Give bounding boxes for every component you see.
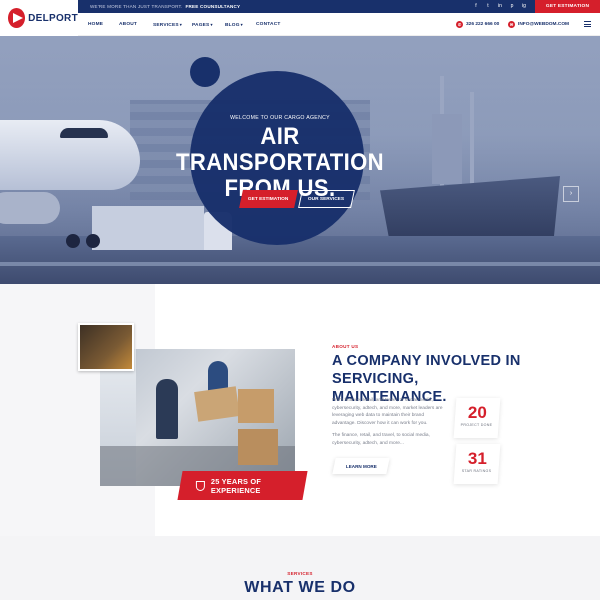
nav-home-label: HOME [88,22,104,27]
nav-about[interactable]: ABOUT [119,13,137,36]
get-estimation-button[interactable]: GET ESTIMATION [239,190,298,208]
image-worker [156,379,178,439]
about-tag: ABOUT US [332,344,359,349]
experience-text: 25 YEARS OF EXPERIENCE [211,476,262,495]
phone-number: 326 222 666 00 [466,22,500,27]
chevron-down-icon: ▾ [179,22,182,27]
image-box [238,389,274,423]
hero-decor-dot [190,57,220,87]
email-address: INFO@WEBDOM.COM [518,22,570,27]
nav-services[interactable]: SERVICES▾ [153,13,182,36]
nav-pages-label: PAGES [192,23,210,28]
image-box [238,429,278,465]
phone-icon: ✆ [456,21,463,28]
social-links: f t in p ig [473,3,527,9]
chevron-down-icon: ▾ [210,22,213,27]
twitter-icon[interactable]: t [485,3,491,9]
mail-icon: ✉ [508,21,515,28]
hero-plane-gear-image [86,234,100,248]
our-services-button[interactable]: OUR SERVICES [298,190,355,208]
experience-badge: 25 YEARS OF EXPERIENCE [177,471,308,500]
hero-plane-cockpit-image [60,128,108,138]
hamburger-menu-icon[interactable] [584,21,591,27]
nav-blog[interactable]: BLOG▾ [225,13,243,36]
announcement-text: WE'RE MORE THAN JUST TRANSPORT. [90,4,183,9]
nav-blog-label: BLOG [225,23,240,28]
chevron-down-icon: ▾ [240,22,243,27]
hero-truck-image [92,206,204,250]
nav-contact[interactable]: CONTACT [256,13,281,36]
services-tag: SERVICES [287,571,313,576]
announcement-highlight: FREE COUNSULTANCY [185,4,241,9]
hero-plane-engine-image [0,192,60,224]
about-paragraph: The finance, retail, and travel, to soci… [332,433,430,446]
facebook-icon[interactable]: f [473,3,479,9]
announcement-bar: WE'RE MORE THAN JUST TRANSPORT. FREE COU… [78,0,535,13]
stat-value: 20 [467,403,487,422]
about-title-line1: A COMPANY INVOLVED IN [332,353,521,369]
logo-icon [8,8,26,28]
nav-pages[interactable]: PAGES▾ [192,13,213,36]
about-small-image [78,323,134,371]
nav-contact-label: CONTACT [256,22,281,27]
nav-services-label: SERVICES [153,23,179,28]
linkedin-icon[interactable]: in [497,3,503,9]
hero-runway-stripe [0,262,600,266]
hero-crane-image [470,92,474,186]
logo[interactable]: DELPORT [0,0,78,36]
trophy-icon [196,480,206,491]
get-estimation-label: GET ESTIMATION [248,196,289,202]
brand-name: DELPORT [28,12,78,24]
our-services-label: OUR SERVICES [308,196,345,202]
learn-more-label: LEARN MORE [345,463,377,469]
stat-card-projects: 20 PROJECT DONE [453,398,501,438]
nav-about-label: ABOUT [119,22,138,27]
get-estimation-top-button[interactable]: GET ESTIMATION [535,0,600,13]
image-box [194,386,240,422]
hero-welcome: WELCOME TO OUR CARGO AGENCY [230,115,330,121]
instagram-icon[interactable]: ig [521,3,527,9]
stat-card-ratings: 31 STAR RATINGS [453,444,501,484]
header: DELPORT WE'RE MORE THAN JUST TRANSPORT. … [0,0,600,36]
services-title: WHAT WE DO [244,579,356,596]
pinterest-icon[interactable]: p [509,3,515,9]
stat-value: 31 [467,449,487,468]
hero-title-line1: AIR TRANSPORTATION [176,123,384,176]
hero-plane-gear-image [66,234,80,248]
about-paragraph: From finance, retail, and travel, to soc… [332,398,443,426]
nav-home[interactable]: HOME [88,13,103,36]
stat-label: STAR RATINGS [461,469,492,473]
stat-label: PROJECT DONE [460,423,493,427]
main-nav: HOME ABOUT SERVICES▾ PAGES▾ BLOG▾ CONTAC… [78,13,600,36]
slider-next-icon[interactable]: › [563,186,579,202]
learn-more-button[interactable]: LEARN MORE [332,458,390,474]
hero-ship-tower-image [432,114,462,184]
email-contact[interactable]: ✉ INFO@WEBDOM.COM [508,13,569,36]
phone-contact[interactable]: ✆ 326 222 666 00 [456,13,499,36]
